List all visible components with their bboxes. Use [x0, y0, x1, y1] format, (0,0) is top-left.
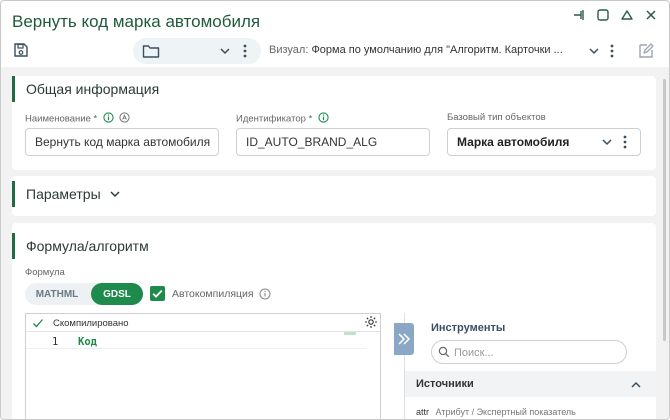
- chevron-down-icon[interactable]: [109, 188, 121, 203]
- identifier-field[interactable]: ID_AUTO_BRAND_ALG: [236, 128, 430, 156]
- minimize-icon[interactable]: [619, 8, 635, 22]
- more-vertical-icon[interactable]: [623, 135, 627, 152]
- info-icon[interactable]: [318, 112, 329, 126]
- identifier-value: ID_AUTO_BRAND_ALG: [246, 135, 378, 149]
- formula-title: Формула/алгоритм: [26, 238, 149, 254]
- code-line: [26, 334, 366, 349]
- auto-translate-icon[interactable]: [119, 112, 131, 126]
- code-editor[interactable]: Скомпилировано 1 Код: [25, 313, 381, 419]
- tools-title: Инструменты: [431, 322, 506, 334]
- name-value: Вернуть код марка автомобиля: [35, 135, 211, 149]
- sources-section-header[interactable]: Источники: [405, 371, 657, 397]
- scrollbar-thumb[interactable]: [663, 79, 666, 341]
- collapse-tools-button[interactable]: [394, 323, 414, 355]
- chevron-up-icon[interactable]: [630, 379, 642, 393]
- general-info-panel: Общая информация Наименование * Вернуть …: [12, 76, 656, 170]
- more-vertical-icon[interactable]: [243, 44, 247, 61]
- panel-header: Общая информация: [12, 76, 159, 102]
- visual-select[interactable]: Визуал: Форма по умолчанию для "Алгоритм…: [269, 44, 585, 56]
- source-key: attr: [416, 407, 430, 417]
- tools-search-input[interactable]: Поиск...: [431, 340, 627, 364]
- source-desc: Атрибут / Экспертный показатель: [435, 407, 576, 417]
- save-icon[interactable]: [13, 42, 29, 61]
- panel-header: Параметры: [12, 181, 101, 207]
- toolbar: Визуал: Форма по умолчанию для "Алгоритм…: [1, 37, 669, 65]
- id-label-wrap: Идентификатор *: [236, 112, 329, 126]
- autocompile-checkbox[interactable]: [150, 286, 165, 301]
- compile-status: Скомпилировано: [53, 318, 129, 329]
- maximize-icon[interactable]: [595, 8, 611, 22]
- gear-icon[interactable]: [364, 315, 378, 332]
- window-controls: [571, 8, 659, 22]
- code-text: Код: [78, 336, 97, 348]
- formula-mode-toggle: MATHML GDSL: [25, 283, 143, 305]
- editor-status-bar: Скомпилировано: [26, 314, 380, 332]
- general-info-title: Общая информация: [26, 81, 160, 97]
- folder-select[interactable]: [133, 38, 261, 64]
- pin-icon[interactable]: [571, 8, 587, 22]
- chevron-down-icon[interactable]: [588, 45, 600, 60]
- autocompile-label: Автокомпиляция: [172, 288, 254, 300]
- panel-header: Формула/алгоритм: [12, 233, 149, 259]
- formula-label: Формула: [25, 267, 65, 278]
- mode-mathml-button[interactable]: MATHML: [25, 283, 89, 305]
- info-icon[interactable]: [259, 288, 271, 303]
- close-icon[interactable]: [643, 8, 659, 22]
- edit-icon[interactable]: [637, 42, 655, 63]
- line-number: 1: [52, 336, 59, 348]
- chevron-down-icon[interactable]: [601, 136, 613, 151]
- formula-panel: Формула/алгоритм Формула MATHML GDSL Авт…: [12, 223, 657, 419]
- window-title: Вернуть код марка автомобиля: [12, 12, 261, 31]
- folder-icon: [142, 43, 160, 62]
- tools-panel: Инструменты Поиск... Источники attr Атри…: [404, 313, 657, 419]
- search-icon: [438, 346, 450, 361]
- id-label: Идентификатор *: [236, 113, 313, 125]
- check-icon: [152, 289, 163, 298]
- mode-gdsl-button[interactable]: GDSL: [91, 283, 143, 305]
- list-item[interactable]: attr Атрибут / Экспертный показатель: [416, 407, 576, 417]
- name-field[interactable]: Вернуть код марка автомобиля: [25, 128, 219, 156]
- name-label: Наименование *: [25, 113, 98, 125]
- base-type-value: Марка автомобиля: [457, 135, 570, 149]
- dialog-window: Вернуть код марка автомобиля Визуал: Фор…: [0, 0, 670, 420]
- parameters-panel[interactable]: Параметры: [12, 176, 656, 216]
- name-label-wrap: Наименование *: [25, 112, 131, 126]
- sources-title: Источники: [416, 378, 474, 390]
- search-placeholder: Поиск...: [454, 347, 494, 359]
- visual-value: Форма по умолчанию для "Алгоритм. Карточ…: [311, 44, 563, 56]
- info-icon[interactable]: [103, 112, 114, 126]
- double-chevron-right-icon: [398, 333, 411, 345]
- chevron-down-icon[interactable]: [219, 45, 231, 60]
- parameters-title: Параметры: [26, 186, 101, 202]
- check-icon: [32, 317, 44, 332]
- base-type-label: Базовый тип объектов: [447, 112, 546, 123]
- more-vertical-icon[interactable]: [610, 44, 614, 61]
- visual-label: Визуал:: [269, 44, 309, 56]
